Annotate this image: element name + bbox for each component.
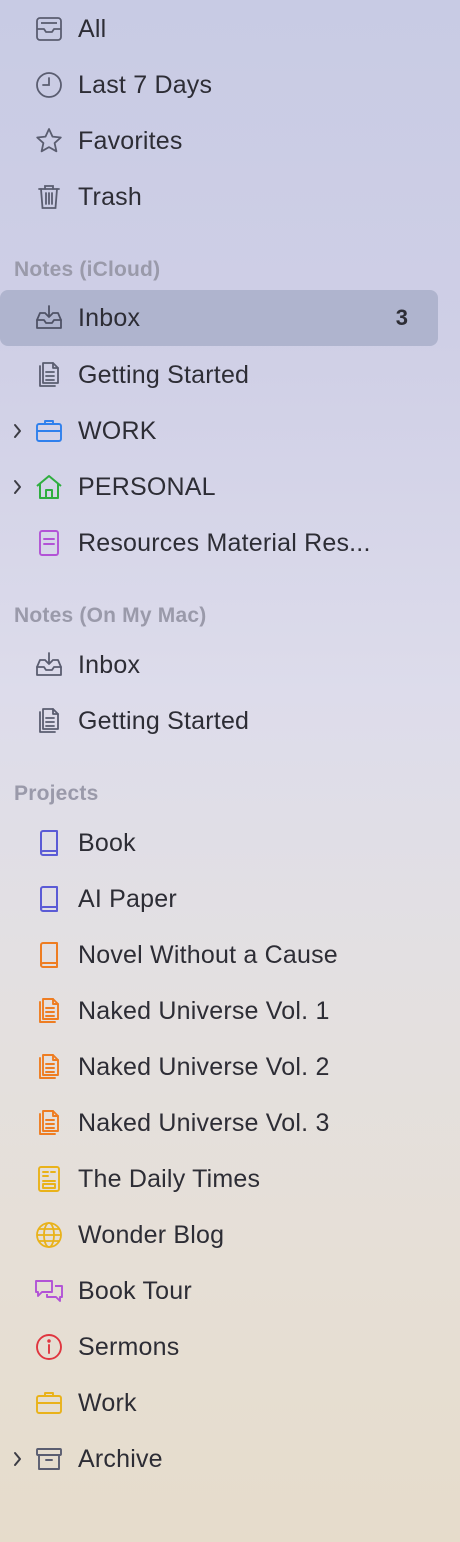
sidebar-item-label: Naked Universe Vol. 1 (78, 996, 330, 1025)
sidebar-item-book-tour[interactable]: Book Tour (0, 1263, 440, 1319)
sidebar-item-label: Inbox (78, 303, 141, 332)
sidebar-item-label: Getting Started (78, 360, 250, 389)
sidebar-item-naked-universe-3[interactable]: Naked Universe Vol. 3 (0, 1095, 440, 1151)
sidebar-item-work-folder[interactable]: WORK (0, 403, 440, 459)
sidebar-item-label: Work (78, 1388, 137, 1417)
sidebar-item-label: AI Paper (78, 884, 177, 913)
sidebar-item-label: WORK (78, 416, 157, 445)
trash-icon (33, 181, 65, 213)
sidebar-item-label: Sermons (78, 1332, 180, 1361)
archive-box-icon (33, 1443, 65, 1475)
sidebar-item-mac-getting-started[interactable]: Getting Started (0, 693, 440, 749)
sidebar-item-icloud-inbox[interactable]: Inbox 3 (0, 290, 438, 346)
book-icon (33, 827, 65, 859)
sidebar-item-label: The Daily Times (78, 1164, 261, 1193)
star-icon (33, 125, 65, 157)
section-header-icloud: Notes (iCloud) (14, 258, 161, 281)
sidebar-item-label: Inbox (78, 650, 141, 679)
newspaper-icon (33, 1163, 65, 1195)
sidebar-item-ai-paper[interactable]: AI Paper (0, 871, 440, 927)
inbox-icon (33, 302, 65, 334)
sidebar-item-all[interactable]: All (0, 1, 440, 57)
document-icon (33, 1107, 65, 1139)
section-header-projects: Projects (14, 782, 99, 805)
sidebar-item-wonder-blog[interactable]: Wonder Blog (0, 1207, 440, 1263)
book-icon (33, 939, 65, 971)
inbox-icon (33, 649, 65, 681)
sidebar-item-archive[interactable]: Archive (0, 1431, 440, 1487)
sidebar-item-label: Naked Universe Vol. 3 (78, 1108, 330, 1137)
book-icon (33, 883, 65, 915)
document-icon (33, 705, 65, 737)
sidebar-item-book[interactable]: Book (0, 815, 440, 871)
document-icon (33, 359, 65, 391)
sidebar-item-label: Novel Without a Cause (78, 940, 338, 969)
sidebar-item-mac-inbox[interactable]: Inbox (0, 637, 440, 693)
house-icon (33, 471, 65, 503)
unread-count-badge: 3 (395, 305, 408, 330)
sidebar-item-work-project[interactable]: Work (0, 1375, 440, 1431)
sidebar-item-novel-without-a-cause[interactable]: Novel Without a Cause (0, 927, 440, 983)
sidebar-item-naked-universe-2[interactable]: Naked Universe Vol. 2 (0, 1039, 440, 1095)
sidebar-item-label: Wonder Blog (78, 1220, 225, 1249)
document-icon (33, 995, 65, 1027)
sidebar-item-label: Favorites (78, 126, 183, 155)
sidebar-item-sermons[interactable]: Sermons (0, 1319, 440, 1375)
sidebar-item-label: Last 7 Days (78, 70, 213, 99)
globe-icon (33, 1219, 65, 1251)
tray-stack-icon (33, 13, 65, 45)
sidebar-item-naked-universe-1[interactable]: Naked Universe Vol. 1 (0, 983, 440, 1039)
chevron-right-icon[interactable] (9, 423, 25, 439)
sidebar-item-personal-folder[interactable]: PERSONAL (0, 459, 440, 515)
sidebar-item-icloud-getting-started[interactable]: Getting Started (0, 347, 440, 403)
sidebar-item-label: Book Tour (78, 1276, 192, 1305)
sidebar-item-label: All (78, 14, 107, 43)
sidebar-item-resources[interactable]: Resources Material Res... (0, 515, 440, 571)
document-icon (33, 1051, 65, 1083)
briefcase-icon (33, 415, 65, 447)
chevron-right-icon[interactable] (9, 479, 25, 495)
notebook-icon (33, 527, 65, 559)
sidebar-item-favorites[interactable]: Favorites (0, 113, 440, 169)
sidebar-item-label: Book (78, 828, 136, 857)
briefcase-icon (33, 1387, 65, 1419)
sidebar-item-label: PERSONAL (78, 472, 216, 501)
info-icon (33, 1331, 65, 1363)
sidebar-item-label: Archive (78, 1444, 163, 1473)
sidebar-item-label: Resources Material Res... (78, 528, 371, 557)
sidebar-item-daily-times[interactable]: The Daily Times (0, 1151, 440, 1207)
chat-bubbles-icon (33, 1275, 65, 1307)
section-header-on-my-mac: Notes (On My Mac) (14, 604, 207, 627)
clock-icon (33, 69, 65, 101)
sidebar-item-label: Getting Started (78, 706, 250, 735)
sidebar-item-label: Naked Universe Vol. 2 (78, 1052, 330, 1081)
chevron-right-icon[interactable] (9, 1451, 25, 1467)
sidebar-item-last-7-days[interactable]: Last 7 Days (0, 57, 440, 113)
sidebar-item-label: Trash (78, 182, 142, 211)
sidebar-item-trash[interactable]: Trash (0, 169, 440, 225)
